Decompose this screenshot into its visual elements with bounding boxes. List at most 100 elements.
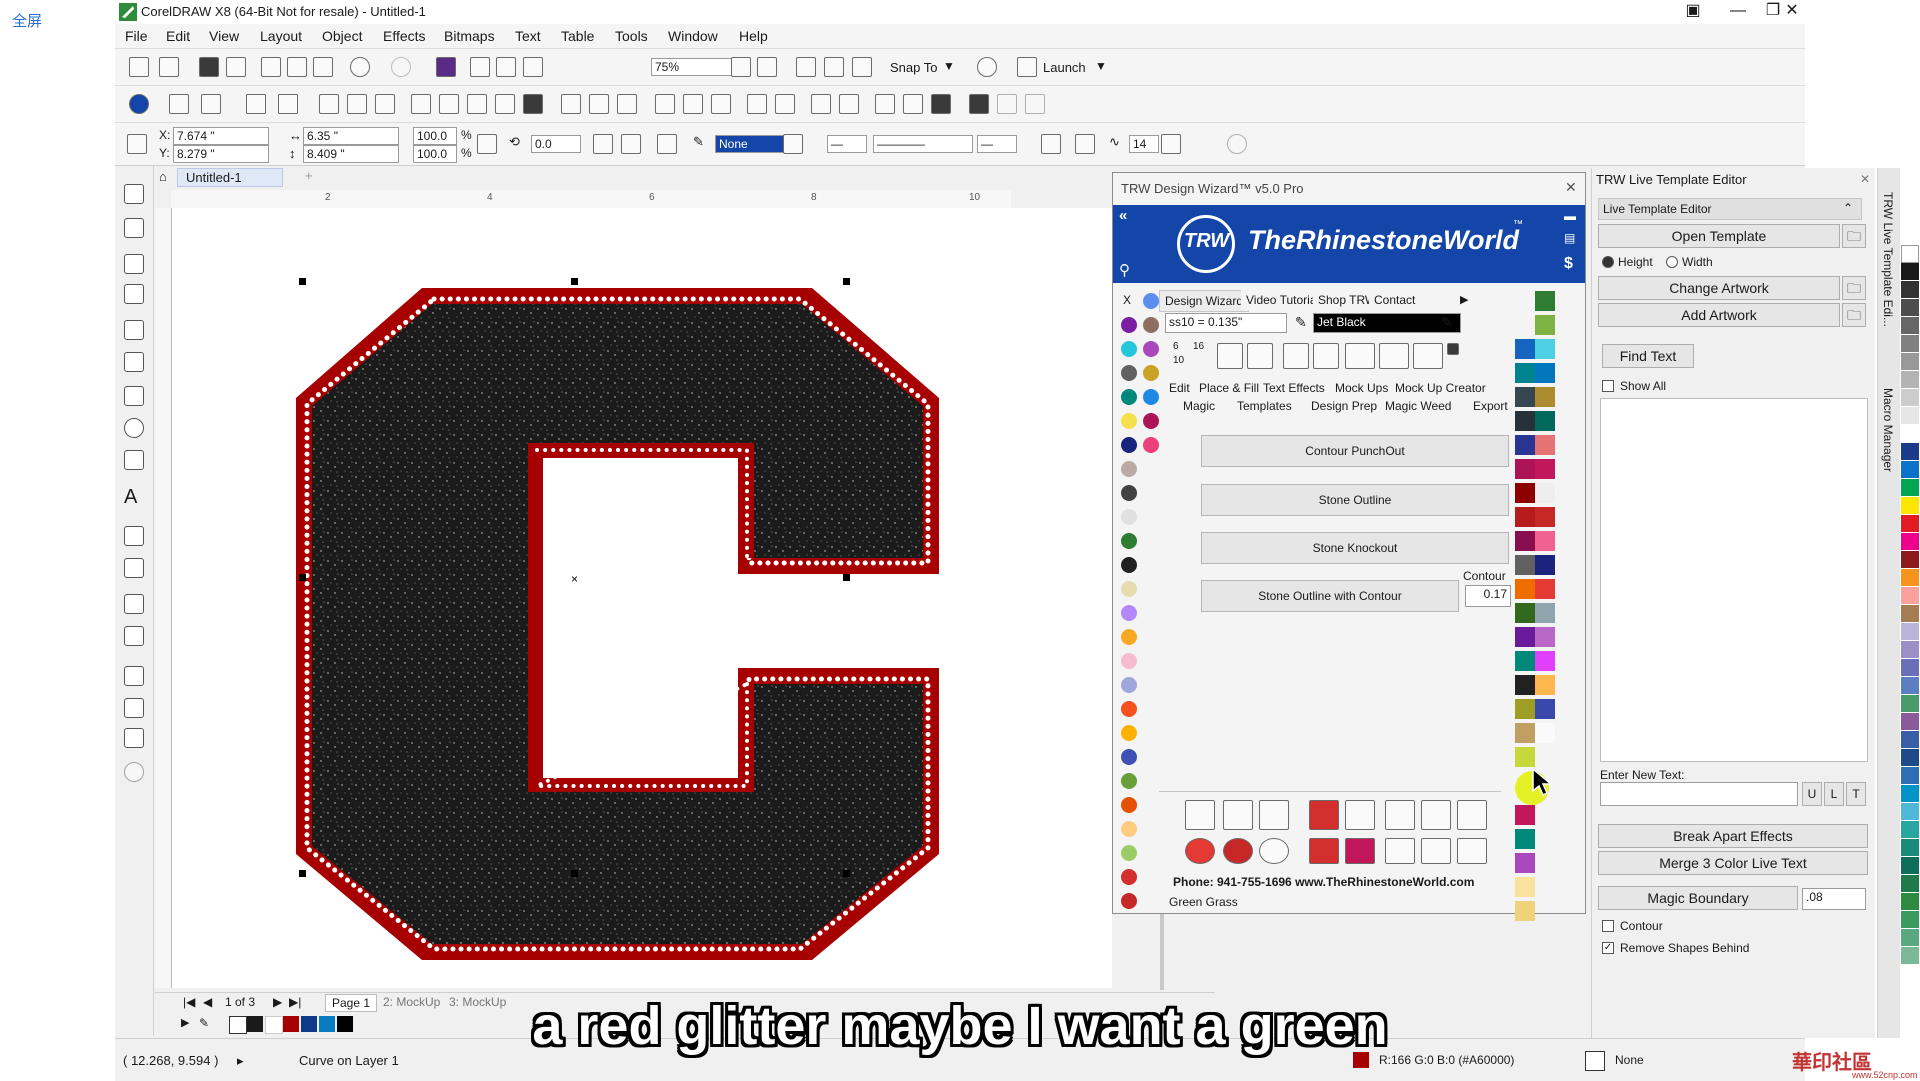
contour-checkbox[interactable] (1602, 920, 1614, 932)
interactive-fill-tool[interactable] (124, 698, 144, 718)
menu-window[interactable]: Window (668, 28, 718, 44)
redo-icon[interactable] (391, 57, 411, 77)
lock-icon[interactable] (969, 94, 989, 114)
cluster-stones-icon[interactable] (1457, 838, 1487, 864)
stone-outline-button[interactable]: Stone Outline (1201, 484, 1509, 516)
color-dot[interactable] (1143, 365, 1159, 381)
combine-icon[interactable] (411, 94, 431, 114)
gear-icon[interactable] (977, 57, 997, 77)
menu-bitmaps[interactable]: Bitmaps (444, 28, 495, 44)
stone-size-dropdown[interactable]: ss10 = 0.135" (1165, 313, 1287, 333)
height-radio[interactable] (1602, 256, 1614, 268)
glitter-swatch[interactable] (1535, 291, 1555, 311)
mirror-horizontal-icon[interactable] (593, 134, 613, 154)
stone-pattern-1-icon[interactable] (1345, 343, 1375, 369)
glitter-swatch[interactable] (1535, 435, 1555, 455)
glitter-swatch[interactable] (1515, 829, 1535, 849)
new-document-icon[interactable] (129, 57, 149, 77)
add-icon[interactable] (1227, 134, 1247, 154)
color-dot[interactable] (1121, 557, 1137, 573)
palette-swatch[interactable] (1901, 929, 1919, 947)
x-position-field[interactable]: 7.674 " (173, 127, 269, 145)
show-all-checkbox[interactable] (1602, 380, 1614, 392)
glitter-swatch[interactable] (1515, 435, 1535, 455)
palette-swatch[interactable] (1901, 947, 1919, 965)
close-window-button[interactable]: ✕ (1779, 0, 1805, 24)
palette-swatch[interactable] (1901, 569, 1919, 587)
tab-design-wizard[interactable]: Design Wizard (1159, 290, 1250, 312)
glitter-swatch[interactable] (1515, 877, 1535, 897)
stone-black-icon[interactable] (1447, 343, 1459, 355)
palette-no-color[interactable] (1901, 245, 1919, 263)
fill-b-icon[interactable] (1345, 838, 1375, 864)
glitter-swatch[interactable] (1515, 459, 1535, 479)
palette-swatch[interactable] (1901, 605, 1919, 623)
banner-minimize-icon[interactable]: ▬ (1564, 209, 1576, 223)
c-counter-red[interactable] (542, 452, 674, 660)
trim-icon[interactable] (278, 94, 298, 114)
glitter-swatch[interactable] (1535, 699, 1555, 719)
publish-pdf-icon[interactable] (523, 57, 543, 77)
color-dot[interactable] (1121, 413, 1137, 429)
subtab-templates[interactable]: Templates (1237, 399, 1292, 413)
scale-width-field[interactable]: 100.0 (413, 127, 457, 145)
color-dot[interactable] (1121, 773, 1137, 789)
palette-swatch[interactable] (1901, 281, 1919, 299)
stones-icon[interactable] (747, 94, 767, 114)
import-icon[interactable] (470, 57, 490, 77)
stone-row-icon[interactable] (1247, 343, 1273, 369)
subtab-text-effects[interactable]: Text Effects (1263, 381, 1325, 395)
menu-help[interactable]: Help (739, 28, 768, 44)
glitter-swatch[interactable] (1535, 315, 1555, 335)
front-back-icon[interactable] (1309, 800, 1339, 830)
color-dot[interactable] (1121, 317, 1137, 333)
lowercase-button[interactable]: L (1824, 782, 1844, 806)
glitter-swatch[interactable] (1535, 483, 1555, 503)
search-content-icon[interactable] (436, 57, 456, 77)
palette-swatch[interactable] (1901, 263, 1919, 281)
launch-icon[interactable] (1017, 57, 1037, 77)
palette-swatch[interactable] (1901, 623, 1919, 641)
double-stone-icon[interactable] (1223, 838, 1253, 864)
remove-shapes-checkbox[interactable]: ✓ (1602, 942, 1614, 954)
glitter-swatch[interactable] (1515, 699, 1535, 719)
subtab-mock-ups[interactable]: Mock Ups (1335, 381, 1388, 395)
dollar-icon[interactable]: $ (1564, 255, 1573, 273)
pick-tool[interactable] (124, 184, 144, 204)
line-end-dropdown[interactable]: — (977, 135, 1017, 153)
open-icon[interactable] (159, 57, 179, 77)
break-apart-effects-button[interactable]: Break Apart Effects (1598, 824, 1868, 848)
glitter-swatch[interactable] (1535, 651, 1555, 671)
color-dot[interactable] (1121, 677, 1137, 693)
palette-swatch[interactable] (1901, 389, 1919, 407)
glitter-swatch[interactable] (1515, 651, 1535, 671)
glitter-swatch-green-grass[interactable] (1515, 747, 1535, 767)
color-dot[interactable] (1121, 653, 1137, 669)
contour-value-field[interactable]: 0.17 (1465, 585, 1511, 607)
color-dot[interactable] (1121, 797, 1137, 813)
color-dot[interactable] (1143, 389, 1159, 405)
color-dot[interactable] (1121, 461, 1137, 477)
color-dot[interactable] (1121, 605, 1137, 621)
break-apart-icon[interactable] (439, 94, 459, 114)
show-guidelines-icon[interactable] (852, 57, 872, 77)
color-dot[interactable] (1143, 317, 1159, 333)
stone-ring-icon[interactable] (1259, 838, 1289, 864)
glitter-swatch[interactable] (1535, 507, 1555, 527)
glitter-swatch[interactable] (1535, 579, 1555, 599)
zoom-dropdown-icon[interactable] (731, 57, 751, 77)
palette-swatch[interactable] (1901, 821, 1919, 839)
color-dot[interactable] (1121, 845, 1137, 861)
glitter-swatch[interactable] (1515, 901, 1535, 921)
lte-close-icon[interactable]: ✕ (1860, 172, 1870, 186)
desktop-label[interactable]: 全屏 (12, 10, 42, 31)
menu-text[interactable]: Text (515, 28, 541, 44)
save-icon[interactable] (199, 57, 219, 77)
palette-swatch[interactable] (1901, 443, 1919, 461)
palette-swatch[interactable] (1901, 641, 1919, 659)
tab-untitled-1[interactable]: Untitled-1 (177, 168, 283, 187)
bezier-icon[interactable] (711, 94, 731, 114)
palette-swatch[interactable] (1901, 587, 1919, 605)
distance-tool-icon[interactable] (1223, 800, 1253, 830)
scatter-stones-icon[interactable] (1385, 838, 1415, 864)
